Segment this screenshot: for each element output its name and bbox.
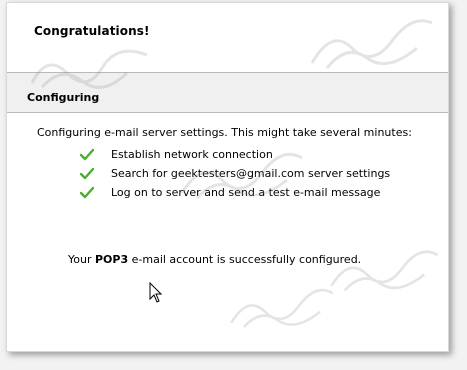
result-protocol: POP3 (94, 253, 129, 266)
watermark-logo (310, 19, 433, 69)
step-label: Establish network connection (111, 147, 273, 161)
checkmark-icon (80, 186, 94, 198)
step-label: Log on to server and send a test e-mail … (111, 185, 381, 199)
step-item: Log on to server and send a test e-mail … (80, 184, 380, 200)
dialog-title: Congratulations! (34, 24, 150, 38)
result-suffix: e-mail account is successfully configure… (131, 253, 362, 266)
watermark-logo (330, 250, 439, 292)
result-prefix: Your (68, 253, 92, 266)
result-message: Your POP3 e-mail account is successfully… (68, 253, 361, 266)
checkmark-icon (80, 167, 94, 179)
step-item: Establish network connection (80, 146, 273, 162)
section-title: Configuring (27, 91, 100, 104)
intro-text: Configuring e-mail server settings. This… (37, 126, 412, 139)
step-item: Search for geektesters@gmail.com server … (80, 165, 390, 181)
checkmark-icon (80, 148, 94, 160)
step-label: Search for geektesters@gmail.com server … (111, 166, 391, 180)
mouse-pointer-icon (149, 282, 163, 303)
watermark-logo (230, 288, 334, 328)
dialog-window: Congratulations! Configuring Configuring… (6, 2, 449, 352)
